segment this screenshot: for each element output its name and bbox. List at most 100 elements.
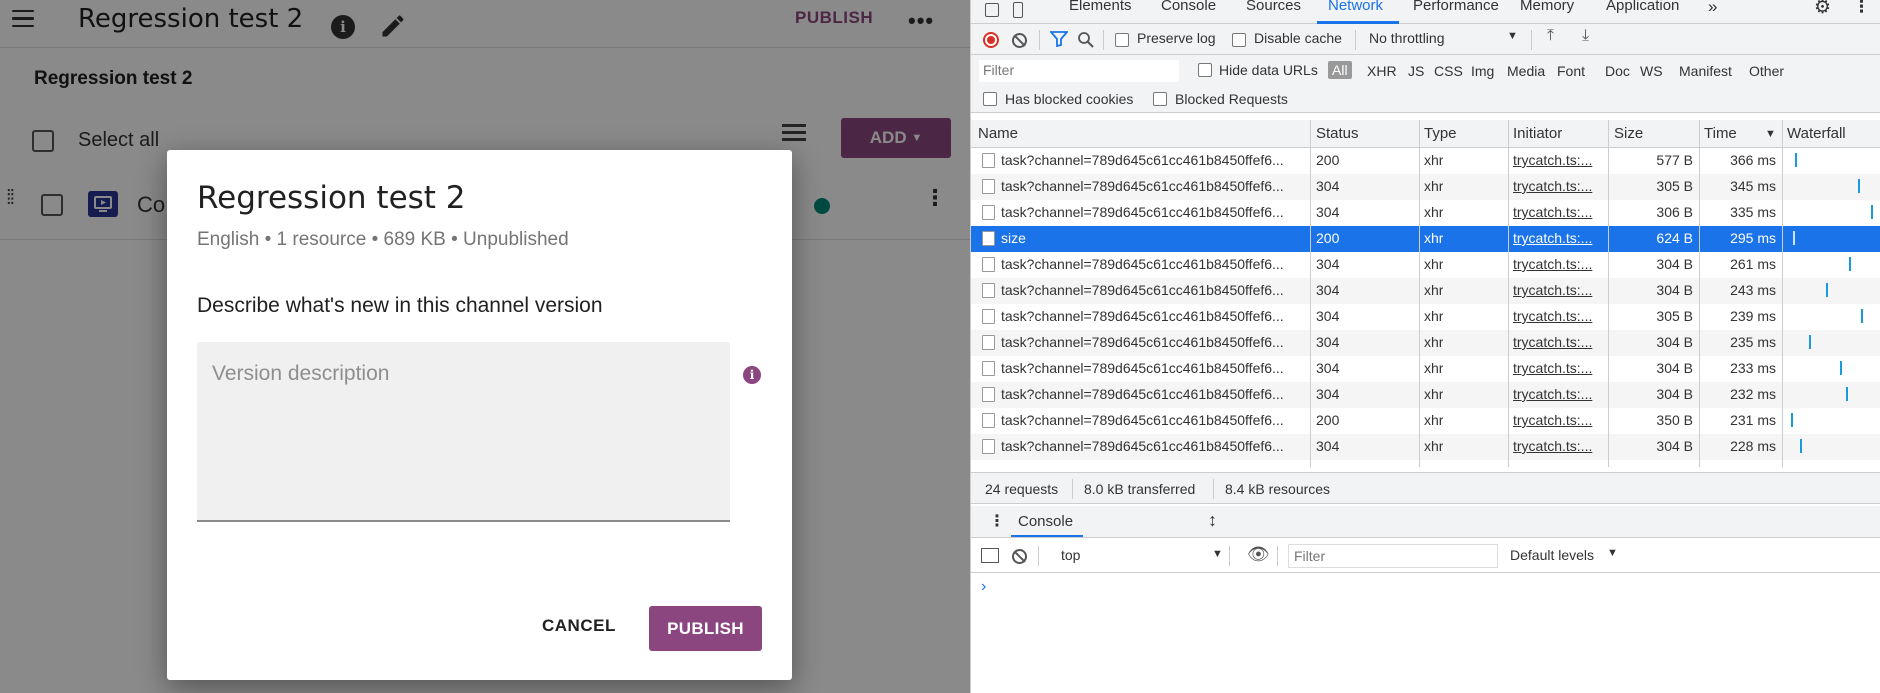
type-filter-media[interactable]: Media	[1507, 63, 1545, 79]
publish-button[interactable]: PUBLISH	[649, 606, 762, 651]
type-filter-doc[interactable]: Doc	[1605, 63, 1630, 79]
throttling-select[interactable]: No throttling	[1369, 30, 1444, 46]
column-divider	[1699, 120, 1700, 467]
file-icon	[982, 439, 995, 454]
import-har-icon[interactable]: ⤒	[1547, 27, 1554, 45]
table-header: Name Status Type Initiator Size Time ▼ W…	[971, 120, 1880, 148]
version-description-field[interactable]: Version description	[197, 342, 730, 522]
col-size-header[interactable]: Size	[1614, 125, 1643, 142]
request-size: 305 B	[1656, 178, 1693, 194]
request-size: 304 B	[1656, 386, 1693, 402]
record-icon[interactable]	[983, 32, 999, 48]
preserve-log-checkbox[interactable]	[1115, 33, 1129, 47]
context-dropdown-icon[interactable]: ▼	[1212, 548, 1223, 560]
clear-icon[interactable]	[1012, 33, 1027, 48]
search-icon[interactable]	[1077, 31, 1094, 52]
type-filter-css[interactable]: CSS	[1434, 63, 1463, 79]
request-initiator[interactable]: trycatch.ts:...	[1513, 256, 1601, 272]
sidebar-toggle-icon[interactable]	[981, 548, 999, 563]
col-time-header[interactable]: Time	[1704, 125, 1737, 142]
type-filter-img[interactable]: Img	[1471, 63, 1494, 79]
request-name: size	[1001, 230, 1026, 246]
col-initiator-header[interactable]: Initiator	[1513, 125, 1562, 142]
tab-sources[interactable]: Sources	[1246, 0, 1301, 14]
filter-input[interactable]: Filter	[979, 60, 1179, 82]
request-initiator[interactable]: trycatch.ts:...	[1513, 438, 1601, 454]
col-name-header[interactable]: Name	[978, 125, 1018, 142]
request-initiator[interactable]: trycatch.ts:...	[1513, 308, 1601, 324]
table-row[interactable]: task?channel=789d645c61cc461b8450ffef6..…	[971, 382, 1880, 408]
tab-console[interactable]: Console	[1161, 0, 1216, 14]
inspect-element-icon[interactable]	[985, 3, 999, 17]
request-initiator[interactable]: trycatch.ts:...	[1513, 386, 1601, 402]
context-select[interactable]: top	[1061, 547, 1080, 563]
table-row[interactable]: task?channel=789d645c61cc461b8450ffef6..…	[971, 304, 1880, 330]
table-row[interactable]: task?channel=789d645c61cc461b8450ffef6..…	[971, 148, 1880, 174]
request-initiator[interactable]: trycatch.ts:...	[1513, 230, 1601, 246]
info-icon[interactable]: i	[743, 366, 761, 384]
blocked-requests-checkbox[interactable]	[1153, 92, 1167, 106]
table-row[interactable]: task?channel=789d645c61cc461b8450ffef6..…	[971, 434, 1880, 460]
request-initiator[interactable]: trycatch.ts:...	[1513, 412, 1601, 428]
request-initiator[interactable]: trycatch.ts:...	[1513, 334, 1601, 350]
request-initiator[interactable]: trycatch.ts:...	[1513, 178, 1601, 194]
request-size: 577 B	[1656, 152, 1693, 168]
request-name: task?channel=789d645c61cc461b8450ffef6..…	[1001, 152, 1284, 168]
request-name: task?channel=789d645c61cc461b8450ffef6..…	[1001, 204, 1284, 220]
type-filter-all[interactable]: All	[1328, 61, 1352, 79]
request-initiator[interactable]: trycatch.ts:...	[1513, 282, 1601, 298]
table-row[interactable]: task?channel=789d645c61cc461b8450ffef6..…	[971, 330, 1880, 356]
request-time: 345 ms	[1730, 178, 1776, 194]
drawer-menu-icon[interactable]: ⋮	[989, 511, 1005, 531]
has-blocked-cookies-checkbox[interactable]	[983, 92, 997, 106]
table-row[interactable]: task?channel=789d645c61cc461b8450ffef6..…	[971, 200, 1880, 226]
table-row[interactable]: task?channel=789d645c61cc461b8450ffef6..…	[971, 252, 1880, 278]
disable-cache-checbox[interactable]	[1232, 33, 1246, 47]
levels-dropdown-icon[interactable]: ▼	[1607, 547, 1618, 559]
type-filter-ws[interactable]: WS	[1640, 63, 1663, 79]
tab-performance[interactable]: Performance	[1413, 0, 1499, 14]
device-toolbar-icon[interactable]	[1013, 2, 1023, 18]
console-prompt-icon[interactable]: ›	[981, 578, 986, 596]
devtools-menu-icon[interactable]: ⋮	[1853, 0, 1870, 17]
more-tabs-icon[interactable]: »	[1708, 0, 1717, 17]
console-filter-input[interactable]: Filter	[1288, 544, 1498, 568]
table-row[interactable]: task?channel=789d645c61cc461b8450ffef6..…	[971, 278, 1880, 304]
request-initiator[interactable]: trycatch.ts:...	[1513, 152, 1601, 168]
throttling-dropdown-icon[interactable]: ▼	[1507, 30, 1518, 42]
col-waterfall-header[interactable]: Waterfall	[1787, 125, 1846, 142]
request-name: task?channel=789d645c61cc461b8450ffef6..…	[1001, 178, 1284, 194]
type-filter-manifest[interactable]: Manifest	[1679, 63, 1732, 79]
clear-console-icon[interactable]	[1012, 549, 1027, 564]
col-status-header[interactable]: Status	[1316, 125, 1359, 142]
network-summary-bar: 24 requests 8.0 kB transferred 8.4 kB re…	[971, 472, 1880, 504]
settings-gear-icon[interactable]: ⚙	[1814, 0, 1831, 19]
tab-elements[interactable]: Elements	[1069, 0, 1132, 14]
cancel-button[interactable]: CANCEL	[542, 616, 616, 636]
type-filter-js[interactable]: JS	[1408, 63, 1424, 79]
devtools-panel: Elements Console Sources Network Perform…	[970, 0, 1880, 693]
table-row[interactable]: task?channel=789d645c61cc461b8450ffef6..…	[971, 408, 1880, 434]
tab-application[interactable]: Application	[1606, 0, 1679, 14]
table-row[interactable]: task?channel=789d645c61cc461b8450ffef6..…	[971, 356, 1880, 382]
table-row[interactable]: task?channel=789d645c61cc461b8450ffef6..…	[971, 174, 1880, 200]
tab-console-drawer[interactable]: Console	[1018, 513, 1073, 530]
table-row[interactable]: size 200 xhr trycatch.ts:... 624 B 295 ms	[971, 226, 1880, 252]
resources-size: 8.4 kB resources	[1225, 481, 1331, 497]
eye-icon[interactable]: 👁	[1247, 544, 1270, 565]
tab-memory[interactable]: Memory	[1520, 0, 1574, 14]
filter-funnel-icon[interactable]	[1049, 31, 1069, 51]
type-filter-font[interactable]: Font	[1557, 63, 1585, 79]
type-filter-other[interactable]: Other	[1749, 63, 1784, 79]
col-type-header[interactable]: Type	[1424, 125, 1457, 142]
request-status: 304	[1316, 282, 1340, 298]
request-initiator[interactable]: trycatch.ts:...	[1513, 204, 1601, 220]
export-har-icon[interactable]: ⤓	[1582, 27, 1589, 45]
request-initiator[interactable]: trycatch.ts:...	[1513, 360, 1601, 376]
summary-divider	[1072, 479, 1073, 499]
tab-network[interactable]: Network	[1328, 0, 1383, 14]
log-levels-select[interactable]: Default levels	[1510, 547, 1594, 563]
type-filter-xhr[interactable]: XHR	[1367, 63, 1397, 79]
waterfall-bar	[1791, 413, 1793, 427]
hide-data-urls-checkbox[interactable]	[1198, 63, 1212, 77]
